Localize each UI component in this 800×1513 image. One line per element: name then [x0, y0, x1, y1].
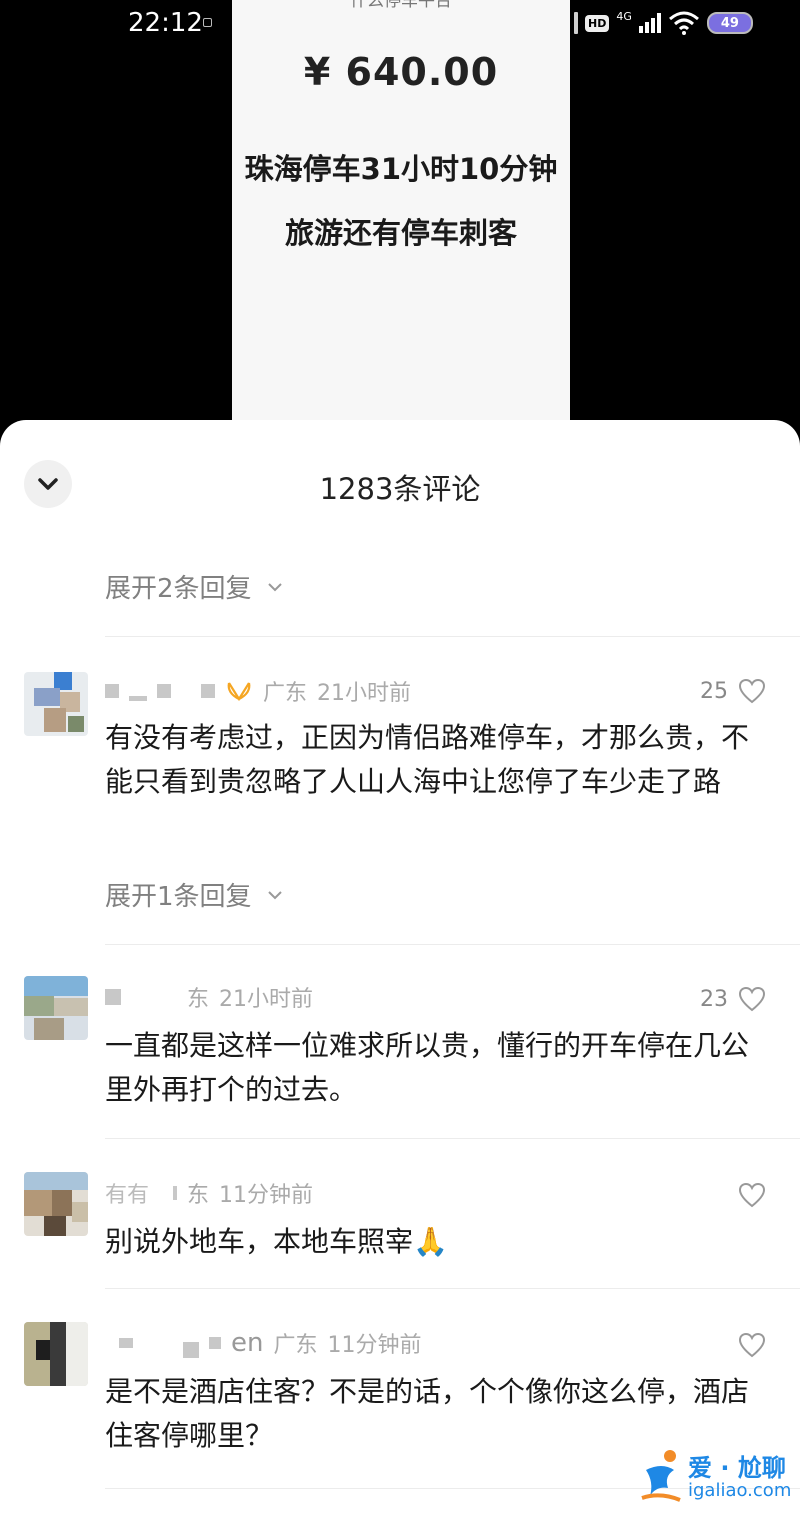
hd-icon: HD — [585, 14, 610, 32]
like-count: 25 — [700, 678, 728, 704]
comments-sheet: 1283条评论 展开2条回复 广东 21小时前 25 有没有考虑过，正因为情侣路… — [0, 420, 800, 1513]
comment-region: 东 — [187, 1183, 210, 1208]
divider — [105, 1138, 800, 1139]
comment-text: 别说外地车，本地车照宰🙏 — [105, 1225, 448, 1258]
chevron-down-icon — [267, 890, 282, 899]
username-blurred — [209, 1337, 221, 1349]
notification-icon — [203, 18, 212, 27]
comment-region: 广东 — [263, 681, 308, 706]
username-blurred — [173, 1186, 178, 1200]
like-button[interactable]: 23 — [700, 984, 766, 1014]
video-frame[interactable]: 什么停车平台 ¥ 640.00 珠海停车31小时10分钟 旅游还有停车刺客 — [232, 0, 570, 430]
like-button[interactable]: 25 — [700, 676, 766, 706]
watermark-url: igaliao.com — [688, 1480, 792, 1501]
divider — [105, 1288, 800, 1289]
username-blurred — [201, 684, 215, 698]
comment-text: 一直都是这样一位难求所以贵，懂行的开车停在几公里外再打个的过去。 — [105, 1029, 750, 1106]
expand-replies-label: 展开1条回复 — [105, 882, 252, 912]
video-caption-line-2: 旅游还有停车刺客 — [284, 216, 517, 250]
expand-replies-button[interactable]: 展开1条回复 — [105, 876, 284, 913]
username-blurred — [157, 684, 171, 698]
comment-meta: 有有 东 11分钟前 — [105, 1178, 313, 1208]
signal-bar-icon — [574, 12, 578, 34]
avatar[interactable] — [24, 1322, 88, 1386]
username-blurred — [105, 684, 119, 698]
signal-icon — [638, 13, 661, 33]
like-button[interactable] — [728, 1180, 766, 1210]
username-partial: en — [231, 1328, 264, 1358]
watermark-title: 爱 · 尬聊 — [688, 1454, 786, 1482]
like-count: 23 — [700, 986, 728, 1012]
expand-replies-button[interactable]: 展开2条回复 — [105, 568, 284, 605]
username-blurred — [183, 1342, 199, 1358]
wifi-icon — [668, 11, 699, 35]
couple-badge-icon — [227, 682, 251, 702]
comment-text: 有没有考虑过，正因为情侣路难停车，才那么贵，不能只看到贵忽略了人山人海中让您停了… — [105, 721, 750, 798]
comment-time: 11分钟前 — [327, 1333, 422, 1358]
video-cut-text: 什么停车平台 — [350, 0, 452, 11]
video-caption-line-1: 珠海停车31小时10分钟 — [244, 152, 558, 186]
comment-region: 广东 — [273, 1333, 318, 1358]
like-button[interactable] — [728, 1330, 766, 1360]
watermark-logo-icon — [641, 1450, 681, 1502]
comment-text: 是不是酒店住客？不是的话，个个像你这么停，酒店住客停哪里？ — [105, 1375, 750, 1452]
comment-meta: 广东 21小时前 — [105, 676, 411, 706]
heart-icon — [738, 1182, 766, 1208]
comment-time: 11分钟前 — [219, 1183, 314, 1208]
username-partial: 有有 — [105, 1183, 150, 1208]
chevron-down-icon — [267, 582, 282, 591]
username-blurred — [129, 695, 147, 701]
divider — [105, 636, 800, 637]
network-type: 4G — [616, 9, 632, 23]
username-blurred — [105, 989, 121, 1005]
battery-icon: 49 — [706, 12, 753, 34]
comment-meta: en 广东 11分钟前 — [105, 1328, 422, 1358]
heart-icon — [738, 1332, 766, 1358]
avatar[interactable] — [24, 976, 88, 1040]
heart-icon — [738, 986, 766, 1012]
avatar[interactable] — [24, 1172, 88, 1236]
status-indicators: HD 4G 49 — [574, 10, 753, 36]
comment-meta: 东 21小时前 — [105, 982, 313, 1012]
comment-time: 21小时前 — [219, 987, 314, 1012]
watermark: 爱 · 尬聊 igaliao.com — [640, 1446, 792, 1506]
expand-replies-label: 展开2条回复 — [105, 574, 252, 604]
heart-icon — [738, 678, 766, 704]
comments-count-title: 1283条评论 — [319, 472, 481, 506]
price-text: ¥ 640.00 — [303, 50, 499, 94]
divider — [105, 944, 800, 945]
username-blurred — [119, 1338, 133, 1348]
status-time: 22:12 — [128, 8, 203, 38]
avatar[interactable] — [24, 672, 88, 736]
comment-region: 东 — [187, 987, 210, 1012]
comment-time: 21小时前 — [317, 681, 412, 706]
